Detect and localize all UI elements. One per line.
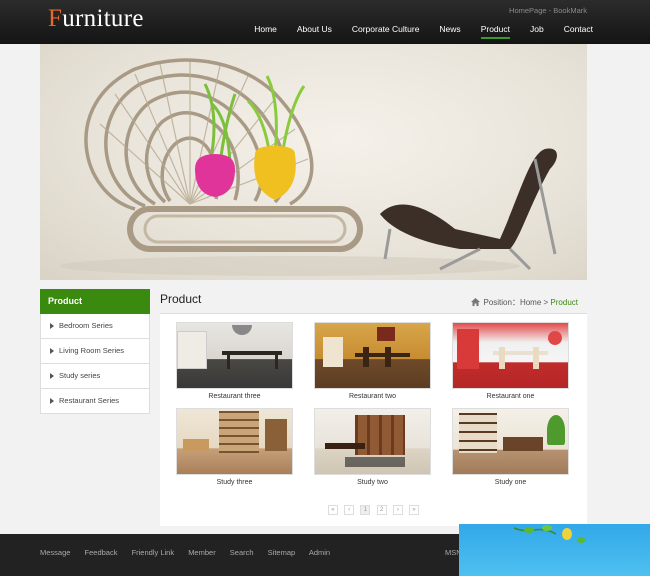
footer-link-member[interactable]: Member <box>188 548 216 557</box>
pager-page-2[interactable]: 2 <box>376 505 387 515</box>
nav-corporate-culture[interactable]: Corporate Culture <box>352 24 420 39</box>
leaf-decoration-icon <box>513 525 585 543</box>
product-caption[interactable]: Restaurant two <box>314 393 431 400</box>
homepage-link[interactable]: HomePage <box>509 6 547 15</box>
sidebar-item-label: Restaurant Series <box>59 396 120 405</box>
triangle-right-icon <box>50 398 54 405</box>
sidebar-item-label: Study series <box>59 371 101 380</box>
nav-about-us[interactable]: About Us <box>297 24 332 39</box>
footer-link-sitemap[interactable]: Sitemap <box>268 548 296 557</box>
breadcrumb-home-link[interactable]: Home <box>520 298 541 307</box>
bookmark-link[interactable]: BookMark <box>553 6 587 15</box>
product-caption[interactable]: Study one <box>452 479 569 486</box>
top-links: HomePage - BookMark <box>509 6 587 15</box>
breadcrumb: Position：Home > Product <box>471 297 578 308</box>
product-card[interactable]: Study two <box>314 408 431 486</box>
sidebar-item-label: Living Room Series <box>59 346 125 355</box>
product-card[interactable]: Restaurant two <box>314 322 431 400</box>
content-header: Product Position：Home > Product <box>160 289 587 314</box>
footer-link-admin[interactable]: Admin <box>309 548 330 557</box>
nav-product[interactable]: Product <box>480 24 510 39</box>
footer-link-search[interactable]: Search <box>230 548 254 557</box>
product-caption[interactable]: Restaurant one <box>452 393 569 400</box>
product-card[interactable]: Study three <box>176 408 293 486</box>
sidebar-item-bedroom-series[interactable]: Bedroom Series <box>40 314 150 339</box>
sidebar: Product Bedroom Series Living Room Serie… <box>40 289 150 414</box>
product-image[interactable] <box>314 408 431 475</box>
pager-first-button[interactable]: « <box>327 505 338 515</box>
footer-links: Message Feedback Friendly Link Member Se… <box>40 548 342 557</box>
product-image[interactable] <box>314 322 431 389</box>
footer-link-feedback[interactable]: Feedback <box>85 548 118 557</box>
sidebar-item-living-room-series[interactable]: Living Room Series <box>40 339 150 364</box>
site-logo[interactable]: Furniture <box>48 5 144 33</box>
product-card[interactable]: Study one <box>452 408 569 486</box>
footer-link-message[interactable]: Message <box>40 548 70 557</box>
floating-widget[interactable] <box>459 524 650 576</box>
pagination: « ‹ 1 2 › » <box>160 504 587 515</box>
home-icon <box>471 298 481 306</box>
breadcrumb-prefix: Position： <box>483 298 520 307</box>
site-header: Furniture HomePage - BookMark Home About… <box>0 0 650 44</box>
pager-page-1[interactable]: 1 <box>360 505 371 515</box>
nav-home[interactable]: Home <box>254 24 277 39</box>
product-card[interactable]: Restaurant three <box>176 322 293 400</box>
logo-first-letter: F <box>48 5 63 32</box>
triangle-right-icon <box>50 323 54 330</box>
page-title: Product <box>160 292 202 306</box>
breadcrumb-current: Product <box>550 298 578 307</box>
nav-contact[interactable]: Contact <box>564 24 593 39</box>
product-card[interactable]: Restaurant one <box>452 322 569 400</box>
product-image[interactable] <box>452 408 569 475</box>
product-image[interactable] <box>176 322 293 389</box>
footer-link-friendly-link[interactable]: Friendly Link <box>132 548 175 557</box>
product-image[interactable] <box>452 322 569 389</box>
hero-banner <box>40 44 587 280</box>
main-nav: Home About Us Corporate Culture News Pro… <box>234 24 593 39</box>
logo-text: urniture <box>62 5 144 32</box>
pager-last-button[interactable]: » <box>409 505 420 515</box>
sidebar-item-label: Bedroom Series <box>59 321 113 330</box>
product-content: Product Position：Home > Product Restaura… <box>160 289 587 526</box>
sidebar-title: Product <box>40 289 150 314</box>
product-caption[interactable]: Restaurant three <box>176 393 293 400</box>
product-image[interactable] <box>176 408 293 475</box>
nav-news[interactable]: News <box>439 24 460 39</box>
triangle-right-icon <box>50 348 54 355</box>
pager-next-button[interactable]: › <box>392 505 403 515</box>
product-caption[interactable]: Study three <box>176 479 293 486</box>
banner-furniture-illustration <box>60 58 557 276</box>
triangle-right-icon <box>50 373 54 380</box>
product-caption[interactable]: Study two <box>314 479 431 486</box>
sidebar-item-restaurant-series[interactable]: Restaurant Series <box>40 389 150 414</box>
nav-job[interactable]: Job <box>530 24 544 39</box>
sidebar-item-study-series[interactable]: Study series <box>40 364 150 389</box>
pager-prev-button[interactable]: ‹ <box>344 505 355 515</box>
